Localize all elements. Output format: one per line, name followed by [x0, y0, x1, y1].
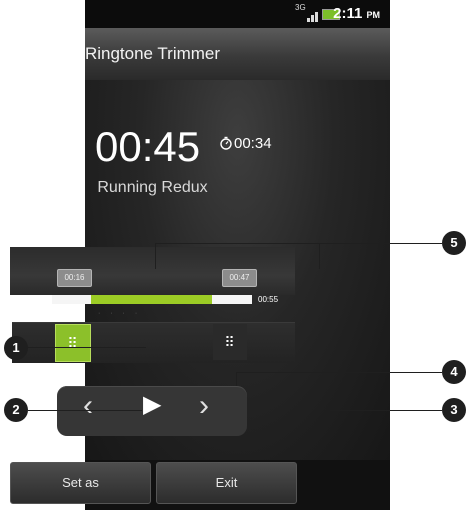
callout-line [236, 372, 442, 373]
stopwatch-icon [220, 136, 232, 150]
end-time-label: 00:55 [258, 295, 279, 304]
prev-button[interactable]: ‹ [83, 389, 93, 423]
exit-button[interactable]: Exit [156, 462, 297, 504]
callout-line [155, 243, 442, 244]
callout-line [236, 372, 237, 386]
tick-marks: · · · · [98, 310, 142, 317]
trim-selection [91, 295, 212, 304]
callout-line [28, 410, 142, 411]
callout-2: 2 [4, 398, 28, 422]
signal-icon [307, 18, 310, 22]
status-clock: 2:11 PM [333, 5, 380, 22]
end-handle[interactable]: ⠿ [213, 324, 247, 360]
callout-1: 1 [4, 336, 28, 360]
callout-line [28, 347, 146, 348]
end-marker[interactable]: 00:47 [222, 269, 257, 287]
network-type: 3G [295, 3, 306, 12]
set-as-button[interactable]: Set as [10, 462, 151, 504]
start-handle[interactable]: ⠿ [55, 324, 91, 362]
signal-bar [311, 15, 314, 22]
song-title: Running Redux [97, 179, 208, 196]
callout-line [330, 410, 442, 411]
next-button[interactable]: › [199, 389, 209, 423]
start-marker[interactable]: 00:16 [57, 269, 92, 287]
timer-value: 00:34 [234, 135, 272, 152]
play-button[interactable]: ▶ [143, 390, 161, 419]
callout-line [155, 243, 156, 269]
start-time-label: 00:00 [17, 295, 38, 304]
status-bar: 3G 2:11 PM [85, 0, 390, 28]
signal-bar [315, 12, 318, 22]
current-time: 00:45 [95, 123, 201, 170]
callout-5: 5 [442, 231, 466, 255]
callout-4: 4 [442, 360, 466, 384]
callout-line [319, 243, 320, 269]
callout-3: 3 [442, 398, 466, 422]
app-title: Ringtone Trimmer [84, 44, 221, 63]
